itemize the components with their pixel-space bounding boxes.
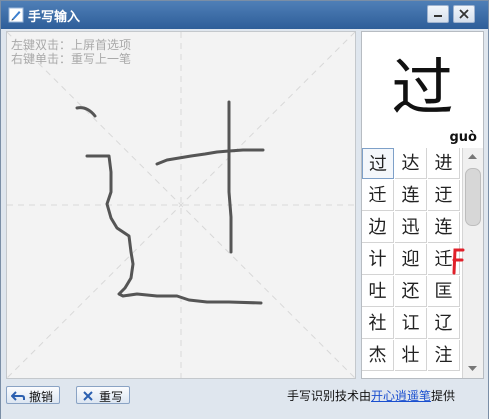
- candidate-4[interactable]: 迁: [362, 180, 394, 211]
- preview-character: 过: [391, 51, 454, 124]
- candidate-11[interactable]: 迎: [395, 244, 427, 275]
- candidate-8[interactable]: 迅: [395, 212, 427, 243]
- scroll-up-icon[interactable]: [465, 150, 480, 164]
- footer-suffix: 提供: [431, 389, 456, 403]
- candidate-14[interactable]: 还: [395, 276, 427, 307]
- footer-prefix: 手写识别技术由: [287, 389, 372, 403]
- clear-icon: [83, 391, 93, 401]
- candidate-3[interactable]: 进: [428, 148, 460, 179]
- hint-right-click: 右键单击：重写上一笔: [11, 52, 132, 66]
- candidate-19[interactable]: 杰: [362, 340, 394, 371]
- bottom-toolbar: 撤销 重写 手写识别技术由开心逍遥笔提供: [1, 381, 488, 419]
- undo-icon: [11, 391, 25, 401]
- candidate-21[interactable]: 注: [428, 340, 460, 371]
- rewrite-label: 重写: [99, 390, 124, 404]
- candidate-7[interactable]: 边: [362, 212, 394, 243]
- canvas-drawing: [7, 32, 355, 378]
- handwritten-strokes: [75, 100, 265, 305]
- candidate-15[interactable]: 匡: [428, 276, 460, 307]
- candidate-20[interactable]: 壮: [395, 340, 427, 371]
- red-annotation-mark: [452, 248, 465, 275]
- handwriting-window: 手写输入 左键双击：上屏首选项 右键单击：重写上一笔 过 guò 过 达 进 迁…: [0, 0, 489, 419]
- candidate-10[interactable]: 计: [362, 244, 394, 275]
- undo-button[interactable]: 撤销: [6, 386, 60, 404]
- hint-double-click: 左键双击：上屏首选项: [11, 38, 132, 52]
- candidate-1[interactable]: 过: [362, 148, 394, 179]
- rewrite-button[interactable]: 重写: [76, 386, 130, 404]
- scroll-down-icon[interactable]: [465, 361, 480, 375]
- candidate-9[interactable]: 连: [428, 212, 460, 243]
- pinyin-label: guò: [449, 130, 478, 145]
- pen-icon: [8, 7, 24, 23]
- scroll-thumb[interactable]: [465, 168, 481, 226]
- candidate-13[interactable]: 吐: [362, 276, 394, 307]
- undo-label: 撤销: [29, 390, 54, 404]
- candidate-5[interactable]: 连: [395, 180, 427, 211]
- minimize-icon: [434, 15, 442, 17]
- close-icon: [459, 9, 469, 19]
- minimize-button[interactable]: [427, 5, 449, 23]
- close-button[interactable]: [453, 5, 475, 23]
- footer-link[interactable]: 开心逍遥笔: [371, 389, 431, 403]
- footer-credit: 手写识别技术由开心逍遥笔提供: [287, 387, 455, 404]
- candidate-2[interactable]: 达: [395, 148, 427, 179]
- candidate-18[interactable]: 辽: [428, 308, 460, 339]
- candidate-panel: 过 guò 过 达 进 迁 连 迂 边 迅 连 计 迎 迁 吐 还 匡 社 讧 …: [361, 31, 484, 379]
- window-title: 手写输入: [28, 10, 81, 25]
- candidate-6[interactable]: 迂: [428, 180, 460, 211]
- preview-box: 过 guò: [362, 32, 483, 148]
- candidate-17[interactable]: 讧: [395, 308, 427, 339]
- handwriting-canvas[interactable]: 左键双击：上屏首选项 右键单击：重写上一笔: [6, 31, 356, 379]
- title-bar[interactable]: 手写输入: [1, 1, 488, 29]
- candidate-16[interactable]: 社: [362, 308, 394, 339]
